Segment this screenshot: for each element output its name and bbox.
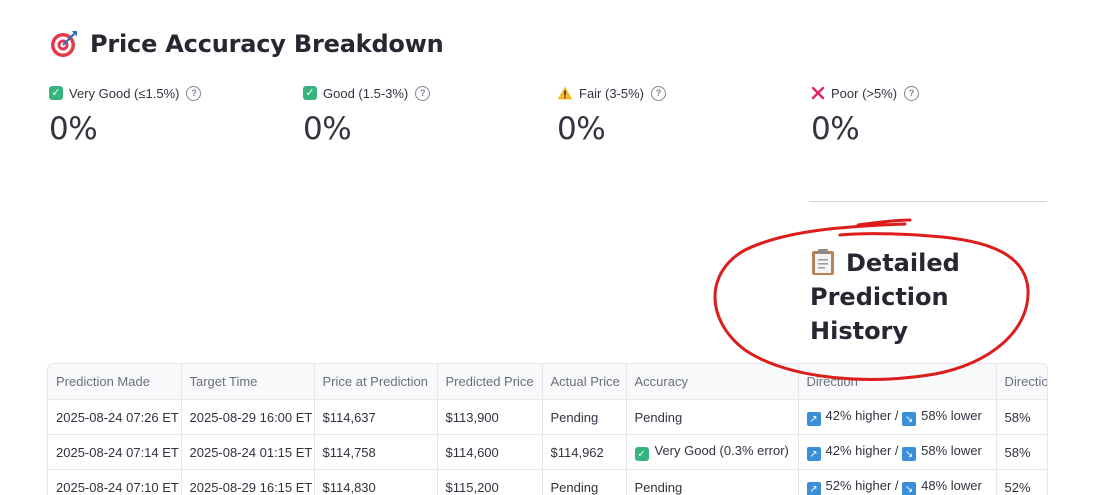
prediction-table[interactable]: Prediction Made Target Time Price at Pre…	[47, 363, 1048, 495]
table-cell[interactable]: ↗ 52% higher / ↘ 48% lower	[798, 469, 997, 495]
table-cell[interactable]: 58%	[996, 399, 1047, 435]
table-cell[interactable]: Pending	[626, 399, 799, 435]
target-icon	[51, 31, 77, 57]
cross-icon	[811, 86, 825, 100]
metric-label: Very Good (≤1.5%)	[69, 85, 180, 101]
table-cell[interactable]: 2025-08-24 07:26 ET	[48, 399, 182, 435]
column-header[interactable]: Target Time	[181, 364, 315, 400]
table-cell[interactable]: $114,637	[314, 399, 438, 435]
table-cell[interactable]: ↗ 42% higher / ↘ 58% lower	[798, 434, 997, 470]
table-row: 2025-08-24 07:10 ET 2025-08-29 16:15 ET …	[48, 469, 1047, 495]
metric-value: 0%	[557, 111, 606, 147]
column-header[interactable]: Accuracy	[626, 364, 799, 400]
metric-poor: Poor (>5%) ? 0%	[811, 84, 1051, 147]
divider	[809, 201, 1047, 202]
check-icon: ✓	[634, 447, 649, 462]
arrow-up-right-icon: ↗	[806, 412, 821, 427]
table-header-row: Prediction Made Target Time Price at Pre…	[48, 364, 1047, 400]
arrow-up-right-icon: ↗	[806, 482, 821, 495]
metric-label: Good (1.5-3%)	[323, 85, 409, 101]
arrow-down-right-icon: ↘	[902, 412, 917, 427]
arrow-down-right-icon: ↘	[902, 482, 917, 495]
page: Price Accuracy Breakdown ✓ Very Good (≤1…	[0, 0, 1105, 495]
table-cell[interactable]: ✓ Very Good (0.3% error)	[626, 434, 799, 470]
column-header[interactable]: Price at Prediction	[314, 364, 438, 400]
table-row: 2025-08-24 07:14 ET 2025-08-24 01:15 ET …	[48, 434, 1047, 470]
help-icon[interactable]: ?	[186, 85, 202, 101]
metric-value: 0%	[49, 111, 98, 147]
arrow-up-right-icon: ↗	[806, 447, 821, 462]
metric-fair: Fair (3-5%) ? 0%	[557, 84, 797, 147]
table-cell[interactable]: Pending	[542, 399, 627, 435]
history-heading: Detailed Prediction History	[810, 246, 990, 348]
clipboard-icon	[812, 249, 834, 275]
column-header[interactable]: Actual Price	[542, 364, 627, 400]
table-cell[interactable]: 2025-08-29 16:15 ET	[181, 469, 315, 495]
arrow-down-right-icon: ↘	[902, 447, 917, 462]
column-header[interactable]: Directio	[996, 364, 1047, 400]
metric-label: Poor (>5%)	[831, 85, 898, 101]
column-header[interactable]: Prediction Made	[48, 364, 182, 400]
table-cell[interactable]: $113,900	[437, 399, 543, 435]
accuracy-text: Very Good (0.3% error)	[654, 442, 789, 458]
help-icon[interactable]: ?	[415, 85, 431, 101]
direction-up: 52% higher /	[825, 477, 899, 493]
help-icon[interactable]: ?	[904, 85, 920, 101]
metric-good: ✓ Good (1.5-3%) ? 0%	[303, 84, 543, 147]
table-cell[interactable]: Pending	[626, 469, 799, 495]
column-header[interactable]: Direction	[798, 364, 997, 400]
page-title: Price Accuracy Breakdown	[90, 30, 444, 58]
table-cell[interactable]: $114,830	[314, 469, 438, 495]
accuracy-heading: Price Accuracy Breakdown	[50, 30, 444, 58]
table-cell[interactable]: ↗ 42% higher / ↘ 58% lower	[798, 399, 997, 435]
table-cell[interactable]: $115,200	[437, 469, 543, 495]
direction-down: 58% lower	[921, 407, 982, 423]
metric-value: 0%	[303, 111, 352, 147]
table-cell[interactable]: 52%	[996, 469, 1047, 495]
direction-up: 42% higher /	[825, 442, 899, 458]
direction-down: 48% lower	[921, 477, 982, 493]
help-icon[interactable]: ?	[651, 85, 667, 101]
direction-down: 58% lower	[921, 442, 982, 458]
direction-up: 42% higher /	[825, 407, 899, 423]
metric-value: 0%	[811, 111, 860, 147]
table-cell[interactable]: 2025-08-24 07:10 ET	[48, 469, 182, 495]
table-row: 2025-08-24 07:26 ET 2025-08-29 16:00 ET …	[48, 399, 1047, 435]
table-cell[interactable]: Pending	[542, 469, 627, 495]
table-cell[interactable]: $114,962	[542, 434, 627, 470]
table-cell[interactable]: 2025-08-29 16:00 ET	[181, 399, 315, 435]
column-header[interactable]: Predicted Price	[437, 364, 543, 400]
check-icon: ✓	[49, 86, 63, 100]
table-cell[interactable]: $114,758	[314, 434, 438, 470]
table-cell[interactable]: $114,600	[437, 434, 543, 470]
check-icon: ✓	[303, 86, 317, 100]
table-cell[interactable]: 58%	[996, 434, 1047, 470]
warning-icon	[557, 86, 573, 100]
metric-label: Fair (3-5%)	[579, 85, 645, 101]
table-cell[interactable]: 2025-08-24 01:15 ET	[181, 434, 315, 470]
table-cell[interactable]: 2025-08-24 07:14 ET	[48, 434, 182, 470]
metric-very-good: ✓ Very Good (≤1.5%) ? 0%	[49, 84, 289, 147]
